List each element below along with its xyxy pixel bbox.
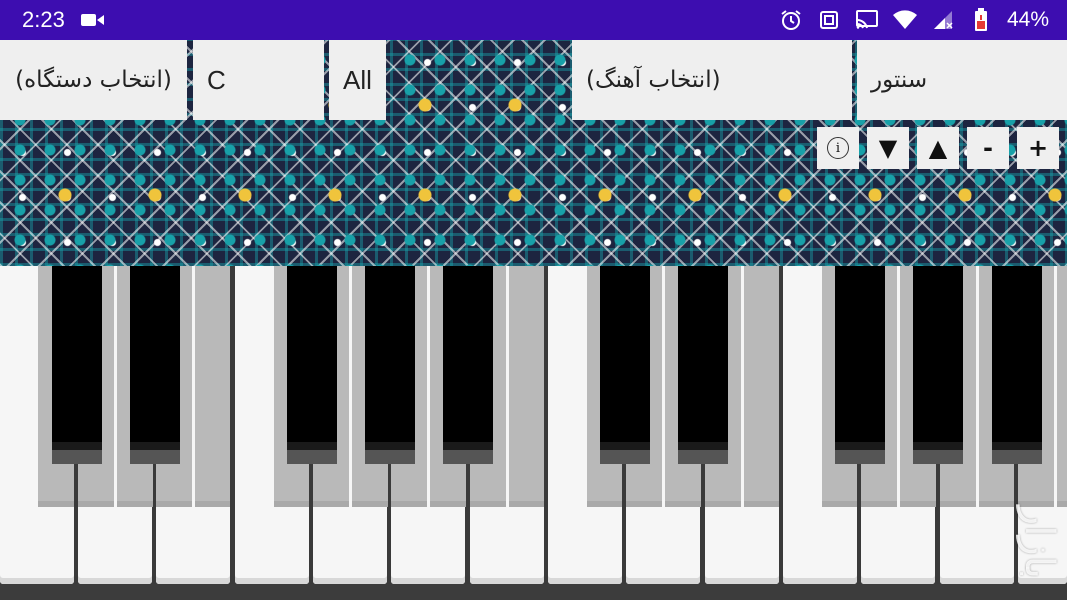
black-key[interactable] (365, 266, 415, 464)
down-arrow-icon: ▼ (878, 134, 898, 162)
zoom-out-button[interactable]: - (967, 127, 1009, 169)
song-selector[interactable]: (انتخاب آهنگ) (572, 40, 852, 120)
song-selector-label: (انتخاب آهنگ) (586, 67, 721, 93)
wifi-icon (892, 8, 917, 32)
battery-icon (969, 8, 993, 32)
status-bar-right: 44% (779, 8, 1049, 32)
black-key[interactable] (443, 266, 493, 464)
zoom-in-button[interactable]: + (1017, 127, 1059, 169)
black-key[interactable] (130, 266, 180, 464)
signal-icon (931, 8, 955, 32)
status-time: 2:23 (22, 7, 65, 32)
video-camera-icon (80, 8, 105, 32)
plus-icon: + (1027, 134, 1049, 162)
instrument-selector[interactable]: سنتور (857, 40, 1067, 120)
status-bar: 2:23 44% (0, 0, 1067, 40)
quarter-tone-key[interactable] (509, 266, 544, 507)
piano-keyboard (0, 266, 1067, 600)
quarter-tone-key[interactable] (744, 266, 779, 507)
black-key[interactable] (287, 266, 337, 464)
info-icon: i (827, 137, 849, 159)
alarm-icon (779, 8, 803, 32)
status-bar-left: 2:23 (22, 7, 105, 33)
cast-icon (855, 8, 879, 32)
info-button[interactable]: i (817, 127, 859, 169)
dastgah-selector-label: (انتخاب دستگاه) (15, 67, 172, 93)
key-selector[interactable]: C (193, 40, 324, 120)
keyboard-bottom-strip (0, 584, 1067, 600)
octave-up-button[interactable]: ▲ (917, 127, 959, 169)
black-key[interactable] (913, 266, 963, 464)
vibrate-icon (817, 8, 841, 32)
bazaar-watermark: بازار (1016, 506, 1062, 580)
black-key[interactable] (992, 266, 1042, 464)
up-arrow-icon: ▲ (928, 134, 948, 162)
quarter-tone-key[interactable] (1057, 266, 1067, 507)
key-selector-label: C (207, 64, 226, 95)
quarter-tone-key[interactable] (195, 266, 230, 507)
black-key[interactable] (52, 266, 102, 464)
minus-icon: - (983, 134, 993, 162)
black-key[interactable] (678, 266, 728, 464)
battery-percent: 44% (1006, 8, 1049, 31)
black-key[interactable] (600, 266, 650, 464)
dastgah-selector[interactable]: (انتخاب دستگاه) (0, 40, 187, 120)
black-key[interactable] (835, 266, 885, 464)
filter-selector-label: All (343, 64, 372, 95)
instrument-selector-label: سنتور (871, 67, 928, 93)
filter-selector[interactable]: All (329, 40, 386, 120)
octave-down-button[interactable]: ▼ (867, 127, 909, 169)
